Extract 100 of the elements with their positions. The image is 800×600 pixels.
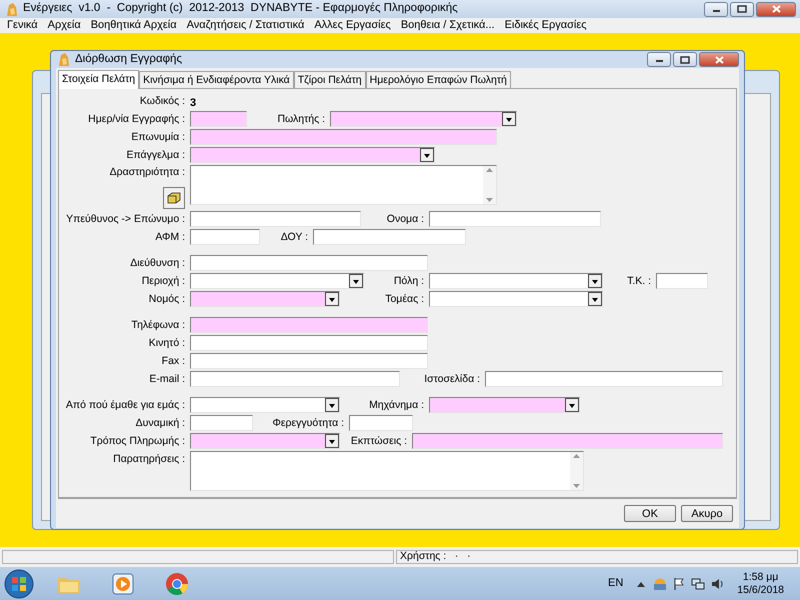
input-field[interactable] [429,211,601,228]
dropdown-button[interactable] [588,274,602,288]
field-label: Τρόπος Πληρωμής : [90,434,185,449]
menu-item[interactable]: Βοηθητικά Αρχεία [86,17,182,34]
field-label: Φερεγγυότητα : [272,416,344,431]
dropdown-button[interactable] [325,398,339,412]
field-label: Ιστοσελίδα : [424,372,480,387]
tab[interactable]: Κινήσιμα ή Ενδιαφέροντα Υλικά [139,71,294,88]
scroll-down-icon [486,198,493,202]
minimize-button[interactable] [647,52,671,68]
taskbar-button[interactable] [164,570,190,596]
window-title: Ενέργειες v1.0 - Copyright (c) 2012-2013 DYNABYTE - Εφαρμογές Πληροφορικής [23,1,458,16]
field-label: Τηλέφωνα : [131,318,185,333]
dropdown-button[interactable] [420,148,434,162]
windows-logo-icon [4,568,34,598]
flag-icon[interactable] [672,576,686,590]
menu-item[interactable]: Βοηθεια / Σχετικά... [396,17,500,34]
field-label: Νομός : [148,292,185,307]
clock-time[interactable]: 1:58 μμ [742,570,778,584]
clock-date[interactable]: 15/6/2018 [737,584,784,596]
menu-item[interactable]: Αρχεία [42,17,86,34]
dropdown-field[interactable] [429,273,603,290]
dropdown-button[interactable] [325,434,339,448]
field-label: Κωδικός : [140,94,185,109]
dropdown-field[interactable] [190,397,340,414]
field-label: ΑΦΜ : [155,230,185,245]
input-field[interactable] [313,229,466,246]
language-indicator[interactable]: EN [608,575,624,592]
dropdown-button[interactable] [502,112,516,126]
tab[interactable]: Τζίροι Πελάτη [294,71,366,88]
tab[interactable]: Ημερολόγιο Επαφών Πωλητή [366,71,511,88]
input-field[interactable] [190,317,428,334]
restore-icon [680,56,690,64]
menu-item[interactable]: Γενικά [2,17,43,34]
input-field[interactable] [190,415,253,432]
field-label: Ημερ/νία Εγγραφής : [88,112,185,127]
input-field[interactable] [190,353,428,370]
minimize-button[interactable] [704,2,728,16]
field-label: Τομέας : [385,292,424,307]
input-field[interactable] [485,371,723,388]
menu-item[interactable]: Αναζητήσεις / Στατιστικά [182,17,310,34]
scroll-up-icon [486,168,493,172]
scroll-up-icon [573,454,580,458]
dropdown-button[interactable] [588,292,602,306]
dropdown-button[interactable] [325,292,339,306]
menu-item[interactable]: Αλλες Εργασίες [309,17,396,34]
text-area[interactable] [190,451,584,492]
field-label: Εκπτώσεις : [350,434,407,449]
menu-item[interactable]: Ειδικές Εργασίες [500,17,592,34]
close-button[interactable] [699,52,739,68]
input-field[interactable] [349,415,413,432]
speaker-icon[interactable] [710,576,724,590]
browse-button[interactable] [163,187,185,209]
status-user: Χρήστης : · · [396,550,798,564]
maximize-button[interactable] [673,52,697,68]
field-label: Ονομα : [386,212,424,227]
dropdown-field[interactable] [190,433,340,450]
field-label: Επωνυμία : [131,130,185,145]
scrollbar[interactable] [570,452,583,490]
dropdown-field[interactable] [429,397,580,414]
input-field[interactable] [190,371,400,388]
close-button[interactable] [756,2,796,16]
input-field[interactable] [656,273,708,290]
text-area[interactable] [190,165,497,206]
field-label: Πωλητής : [277,112,325,127]
app-icon [56,52,70,68]
network-icon[interactable] [691,576,706,590]
tab[interactable]: Στοιχεία Πελάτη [58,70,140,90]
media-player-icon [110,570,136,596]
start-button[interactable] [4,568,34,598]
field-label: Υπεύθυνος -> Επώνυμο : [66,212,185,227]
field-label: Δυναμική : [136,416,185,431]
field-label: Δραστηριότητα : [110,165,185,180]
field-label: Κινητό : [148,336,185,351]
field-label: Fax : [162,354,185,369]
input-field[interactable] [190,129,497,146]
field-label: Παρατηρήσεις : [113,452,185,467]
dropdown-field[interactable] [190,147,435,164]
dropdown-button[interactable] [565,398,579,412]
input-field[interactable] [190,211,361,228]
dropdown-button[interactable] [349,274,363,288]
scrollbar[interactable] [483,166,496,204]
close-icon [714,56,724,64]
cancel-button[interactable]: Ακυρο [681,505,733,522]
input-field[interactable] [190,255,428,272]
field-label: ΔΟΥ : [280,230,308,245]
input-field[interactable] [190,229,260,246]
scroll-down-icon [573,484,580,488]
taskbar-button[interactable] [110,570,136,596]
dropdown-field[interactable] [429,291,603,308]
input-field[interactable] [190,335,428,352]
ok-button[interactable]: OK [624,505,676,522]
maximize-button[interactable] [730,2,754,16]
dropdown-field[interactable] [330,111,517,128]
input-field[interactable] [190,111,247,128]
dropdown-field[interactable] [190,291,340,308]
field-label: Διεύθυνση : [130,256,185,271]
dropdown-field[interactable] [190,273,364,290]
input-field[interactable] [412,433,723,450]
browser-icon [164,570,190,596]
